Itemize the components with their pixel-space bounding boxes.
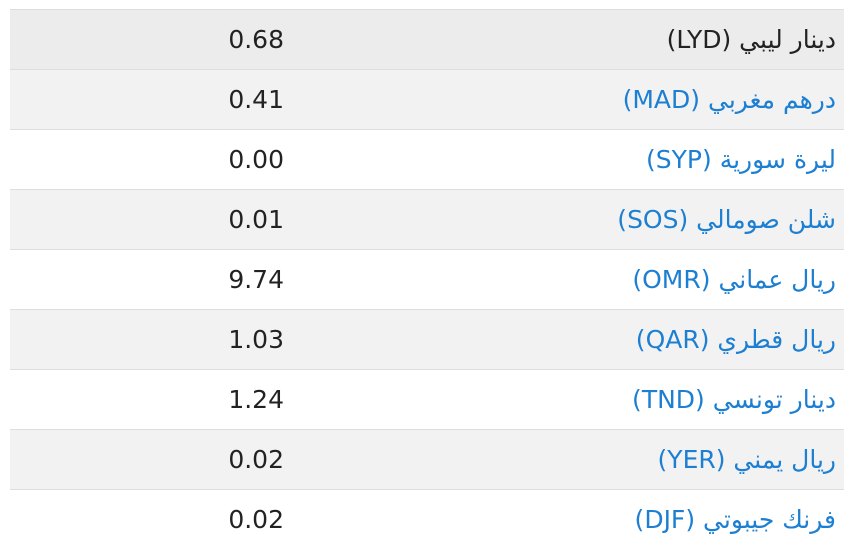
table-row: دينار تونسي (TND) 1.24 bbox=[10, 369, 844, 430]
currency-link-lyd[interactable]: دينار ليبي (LYD) bbox=[667, 25, 836, 54]
currency-name-cell: ريال عماني (OMR) bbox=[376, 250, 844, 310]
currency-link-djf[interactable]: فرنك جيبوتي (DJF) bbox=[635, 505, 836, 534]
currency-rate-value: 0.41 bbox=[228, 85, 284, 114]
table-row: فرنك جيبوتي (DJF) 0.02 bbox=[10, 489, 844, 550]
currency-rate-value: 9.74 bbox=[228, 265, 284, 294]
currency-rates-table-container: دينار ليبي (LYD) 0.68 درهم مغربي (MAD) 0… bbox=[10, 9, 844, 550]
currency-rates-table: دينار ليبي (LYD) 0.68 درهم مغربي (MAD) 0… bbox=[10, 9, 844, 550]
currency-link-omr[interactable]: ريال عماني (OMR) bbox=[632, 265, 836, 294]
currency-link-mad[interactable]: درهم مغربي (MAD) bbox=[623, 85, 836, 114]
currency-rate-value: 0.01 bbox=[228, 205, 284, 234]
currency-link-yer[interactable]: ريال يمني (YER) bbox=[658, 445, 836, 474]
currency-rate-value: 0.68 bbox=[228, 25, 284, 54]
table-row: دينار ليبي (LYD) 0.68 bbox=[10, 9, 844, 70]
currency-link-tnd[interactable]: دينار تونسي (TND) bbox=[632, 385, 836, 414]
table-row: ليرة سورية (SYP) 0.00 bbox=[10, 129, 844, 190]
currency-rate-value: 0.02 bbox=[228, 505, 284, 535]
currency-rate-value: 1.24 bbox=[228, 385, 284, 414]
table-row: ريال عماني (OMR) 9.74 bbox=[10, 249, 844, 310]
currency-rate-value: 1.03 bbox=[228, 325, 284, 354]
currency-rate-value: 0.00 bbox=[228, 145, 284, 174]
currency-name-cell: دينار تونسي (TND) bbox=[376, 370, 844, 430]
table-row: درهم مغربي (MAD) 0.41 bbox=[10, 69, 844, 130]
currency-name-cell: درهم مغربي (MAD) bbox=[376, 70, 844, 130]
table-row: ريال قطري (QAR) 1.03 bbox=[10, 309, 844, 370]
currency-link-sos[interactable]: شلن صومالي (SOS) bbox=[617, 205, 836, 234]
currency-name-cell: ليرة سورية (SYP) bbox=[376, 130, 844, 190]
currency-rate-value: 0.02 bbox=[228, 445, 284, 474]
table-row: شلن صومالي (SOS) 0.01 bbox=[10, 189, 844, 250]
currency-link-qar[interactable]: ريال قطري (QAR) bbox=[636, 325, 836, 354]
currency-name-cell: فرنك جيبوتي (DJF) bbox=[376, 490, 844, 550]
currency-name-cell: ريال يمني (YER) bbox=[376, 430, 844, 490]
currency-name-cell: ريال قطري (QAR) bbox=[376, 310, 844, 370]
table-row: ريال يمني (YER) 0.02 bbox=[10, 429, 844, 490]
currency-name-cell: شلن صومالي (SOS) bbox=[376, 190, 844, 250]
currency-name-cell: دينار ليبي (LYD) bbox=[376, 10, 844, 70]
currency-link-syp[interactable]: ليرة سورية (SYP) bbox=[646, 145, 836, 174]
